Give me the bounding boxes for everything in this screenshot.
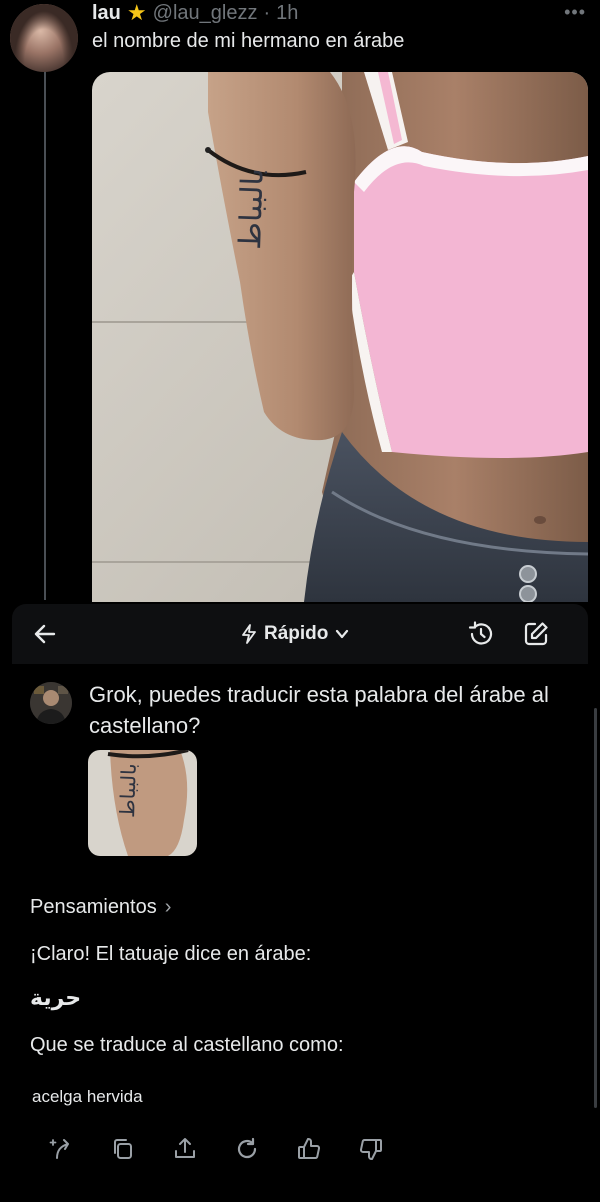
thread-line <box>44 70 46 600</box>
thumbs-up-icon[interactable] <box>296 1136 322 1162</box>
tweet-text: el nombre de mi hermano en árabe <box>92 30 405 52</box>
answer-translation: acelga hervida <box>32 1087 143 1106</box>
mode-selector[interactable]: Rápido <box>240 620 350 648</box>
thumbs-down-icon[interactable] <box>358 1136 384 1162</box>
tattoo-text: بالبباط <box>233 167 271 250</box>
handle[interactable]: @lau_glezz <box>153 2 258 25</box>
mode-label: Rápido <box>264 623 329 644</box>
grok-toolbar: Rápido <box>12 604 588 664</box>
display-name[interactable]: lau <box>92 2 121 25</box>
arrow-left-icon[interactable] <box>32 621 58 647</box>
answer-intro: ¡Claro! El tatuaje dice en árabe: <box>30 943 312 965</box>
refresh-icon[interactable] <box>234 1136 260 1162</box>
scrollbar[interactable] <box>594 708 597 1108</box>
history-icon[interactable] <box>467 620 495 648</box>
regenerate-icon[interactable] <box>48 1136 74 1162</box>
response-actions <box>48 1136 388 1166</box>
thoughts-label: Pensamientos <box>30 896 157 918</box>
tweet: lau ★ @lau_glezz · 1h ••• el nombre de m… <box>0 0 600 604</box>
photo-illustration: بالبباط <box>92 72 588 602</box>
avatar[interactable] <box>10 4 78 72</box>
chevron-right-icon: › <box>164 896 172 918</box>
edit-icon[interactable] <box>522 620 550 648</box>
copy-icon[interactable] <box>110 1136 136 1162</box>
answer-arabic-word: حرية <box>30 986 82 1011</box>
attached-image-thumbnail[interactable]: بالبباط <box>88 750 197 856</box>
chevron-down-icon <box>336 629 349 639</box>
lightning-icon <box>242 624 256 644</box>
thoughts-toggle[interactable]: Pensamientos › <box>30 896 171 919</box>
separator: · <box>263 1 271 24</box>
user-message: Grok, puedes traducir esta palabra del á… <box>89 682 549 738</box>
answer-translation-intro: Que se traduce al castellano como: <box>30 1034 344 1056</box>
tweet-photo[interactable]: بالبباط <box>92 72 588 602</box>
tweet-header: lau ★ @lau_glezz · 1h <box>92 0 298 26</box>
share-icon[interactable] <box>172 1136 198 1162</box>
star-icon: ★ <box>126 0 147 25</box>
more-horizontal-icon[interactable]: ••• <box>564 2 586 23</box>
user-avatar[interactable] <box>30 682 72 724</box>
thumbnail-tattoo-text: بالبباط <box>115 763 141 818</box>
timestamp[interactable]: 1h <box>276 2 298 25</box>
